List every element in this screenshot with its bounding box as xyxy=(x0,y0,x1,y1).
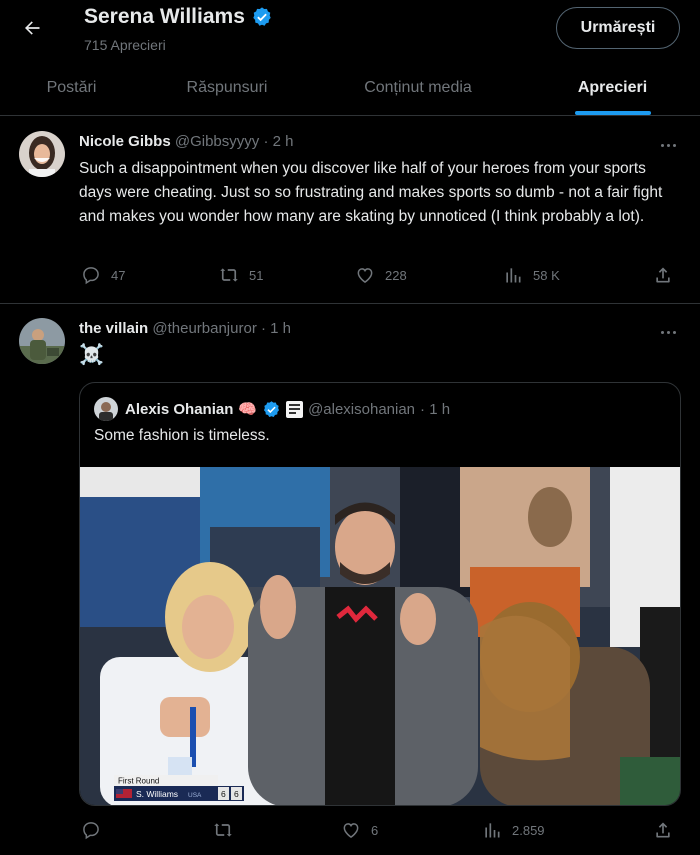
avatar-image xyxy=(94,397,118,421)
tweet-time[interactable]: · 2 h xyxy=(263,133,293,150)
like-button[interactable]: 228 xyxy=(355,263,407,287)
avatar[interactable] xyxy=(19,318,65,364)
scoreboard-player: S. Williams xyxy=(136,789,178,799)
tab-media[interactable]: Conținut media xyxy=(311,60,525,115)
likes-count: 715 Aprecieri xyxy=(84,37,166,53)
stadium-crowd-photo: First Round S. Williams USA 6 6 xyxy=(80,467,680,805)
following-button[interactable]: Urmărești xyxy=(556,7,680,49)
tweet-text: Such a disappointment when you discover … xyxy=(79,160,663,225)
profile-tabs: Postări Răspunsuri Conținut media Apreci… xyxy=(0,60,700,116)
like-count: 6 xyxy=(371,822,379,838)
tweet[interactable]: the villain @theurbanjuror · 1 h ☠️ Alex… xyxy=(0,304,700,855)
share-button[interactable] xyxy=(653,263,673,287)
reply-icon xyxy=(83,822,99,840)
profile-header: Serena Williams 715 Aprecieri Urmărești … xyxy=(0,0,700,116)
views-button[interactable]: 58 K xyxy=(503,263,560,287)
tab-likes[interactable]: Aprecieri xyxy=(525,60,700,115)
reply-button[interactable]: 47 xyxy=(81,263,125,287)
views-icon xyxy=(506,268,521,283)
quoted-author-handle[interactable]: @alexisohanian xyxy=(308,401,415,418)
heart-icon xyxy=(357,268,373,283)
tweet[interactable]: Nicole Gibbs @Gibbsyyyy · 2 h Such a dis… xyxy=(0,117,700,304)
heart-icon xyxy=(343,823,359,838)
view-count: 2.859 xyxy=(512,822,545,838)
repost-button[interactable] xyxy=(213,818,243,842)
repost-button[interactable]: 51 xyxy=(219,263,263,287)
more-options-button[interactable] xyxy=(656,322,680,342)
profile-name: Serena Williams xyxy=(84,5,245,28)
scoreboard-set1: 6 xyxy=(221,789,226,799)
like-count: 228 xyxy=(385,267,407,283)
author-name[interactable]: Nicole Gibbs xyxy=(79,133,171,150)
repost-icon xyxy=(214,823,232,837)
scoreboard-country: USA xyxy=(188,792,202,799)
repost-icon xyxy=(220,268,238,282)
tweet-actions: 6 2.859 xyxy=(79,818,679,842)
verified-badge-icon xyxy=(253,7,271,26)
tab-label: Postări xyxy=(46,78,97,96)
tab-label: Aprecieri xyxy=(577,78,648,96)
quoted-author-name[interactable]: Alexis Ohanian xyxy=(125,401,233,418)
reply-count: 47 xyxy=(111,267,126,283)
tab-label: Conținut media xyxy=(364,78,472,96)
views-button[interactable]: 2.859 xyxy=(482,818,545,842)
more-options-button[interactable] xyxy=(656,135,680,155)
tab-label: Răspunsuri xyxy=(186,78,268,96)
quoted-tweet-time[interactable]: · 1 h xyxy=(420,401,450,418)
active-tab-indicator xyxy=(574,111,651,115)
views-icon xyxy=(485,823,500,838)
avatar-image xyxy=(19,318,65,364)
avatar-image xyxy=(19,131,65,177)
tweet-header: the villain @theurbanjuror · 1 h xyxy=(79,320,291,337)
share-icon xyxy=(656,267,670,283)
scoreboard-round: First Round xyxy=(118,777,159,786)
tweet-text: ☠️ xyxy=(79,344,104,366)
share-icon xyxy=(656,822,670,838)
affiliate-badge-icon xyxy=(286,400,304,418)
quoted-tweet-header: Alexis Ohanian 🧠 @alexisohanian · 1 h xyxy=(94,397,450,421)
author-handle[interactable]: @theurbanjuror xyxy=(152,320,256,337)
tweet-actions: 47 51 228 58 K xyxy=(79,263,679,287)
like-button[interactable]: 6 xyxy=(341,818,378,842)
profile-title: Serena Williams xyxy=(84,5,273,29)
tab-replies[interactable]: Răspunsuri xyxy=(143,60,311,115)
quoted-tweet[interactable]: Alexis Ohanian 🧠 @alexisohanian · 1 h So… xyxy=(79,382,681,806)
tweet-time[interactable]: · 1 h xyxy=(261,320,291,337)
quoted-media-image[interactable]: First Round S. Williams USA 6 6 xyxy=(80,467,680,805)
quoted-tweet-text: Some fashion is timeless. xyxy=(94,427,270,444)
reply-button[interactable] xyxy=(81,818,111,842)
reply-icon xyxy=(83,267,99,285)
back-arrow-icon xyxy=(25,21,40,35)
repost-count: 51 xyxy=(249,267,264,283)
share-button[interactable] xyxy=(653,818,673,842)
brain-emoji: 🧠 xyxy=(238,401,258,418)
tweet-header: Nicole Gibbs @Gibbsyyyy · 2 h xyxy=(79,133,293,150)
verified-badge-icon xyxy=(264,400,280,417)
back-button[interactable] xyxy=(14,10,50,46)
view-count: 58 K xyxy=(533,267,560,283)
author-name[interactable]: the villain xyxy=(79,320,148,337)
quoted-avatar[interactable] xyxy=(94,397,118,421)
scoreboard-set2: 6 xyxy=(234,789,239,799)
tab-posts[interactable]: Postări xyxy=(0,60,143,115)
author-handle[interactable]: @Gibbsyyyy xyxy=(175,133,259,150)
avatar[interactable] xyxy=(19,131,65,177)
